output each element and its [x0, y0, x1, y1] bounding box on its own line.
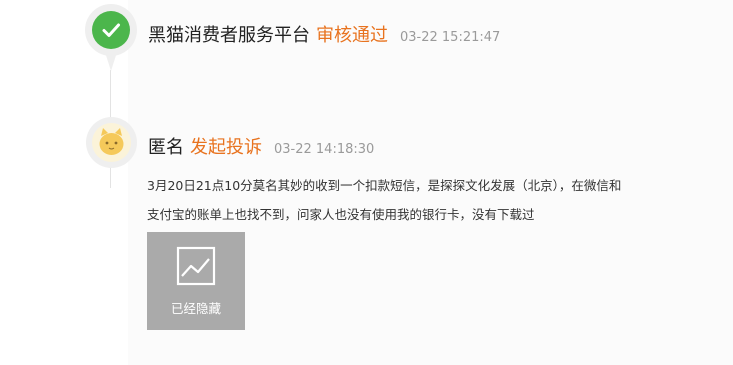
event-actor: 匿名 — [148, 137, 184, 158]
event-timestamp: 03-22 14:18:30 — [274, 142, 375, 157]
complaint-text-line: 3月20日21点10分莫名其妙的收到一个扣款短信，是探探文化发展（北京），在微信… — [147, 178, 622, 193]
hidden-attachment-label: 已经隐藏 — [170, 301, 221, 316]
event-status: 发起投诉 — [190, 137, 262, 158]
complaint-text-line: 支付宝的账单上也找不到，问家人也没有使用我的银行卡，没有下载过 — [147, 207, 535, 222]
event-actor: 黑猫消费者服务平台 — [148, 25, 310, 46]
complaint-content: 3月20日21点10分莫名其妙的收到一个扣款短信，是探探文化发展（北京），在微信… — [147, 171, 692, 229]
approval-event-row: 黑猫消费者服务平台 审核通过 03-22 15:21:47 — [148, 21, 500, 47]
event-status: 审核通过 — [316, 25, 388, 46]
complaint-event-row: 匿名 发起投诉 03-22 14:18:30 — [148, 133, 374, 159]
approval-badge-pointer — [104, 49, 118, 71]
image-placeholder-icon — [176, 246, 216, 290]
complaint-timeline: 黑猫消费者服务平台 审核通过 03-22 15:21:47 匿名 发起投诉 03… — [0, 0, 733, 365]
hidden-attachment-thumbnail[interactable]: 已经隐藏 — [147, 232, 245, 330]
check-icon — [92, 11, 130, 49]
event-timestamp: 03-22 15:21:47 — [400, 30, 501, 45]
cat-avatar-icon — [92, 123, 131, 162]
